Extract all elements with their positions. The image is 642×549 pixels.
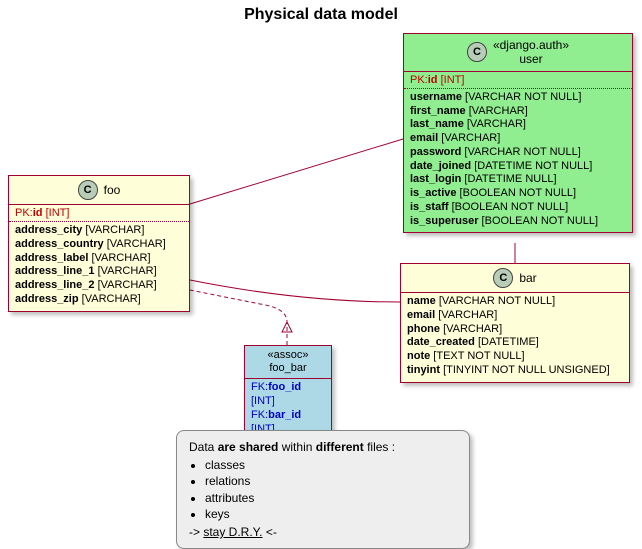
entity-foo-attrs: address_city [VARCHAR] address_country [… (9, 222, 189, 311)
entity-bar-attrs: name [VARCHAR NOT NULL] email [VARCHAR] … (401, 293, 629, 382)
note-item: keys (205, 506, 457, 522)
diagram-title: Physical data model (0, 6, 642, 24)
entity-user-pk: PK:id [INT] (404, 72, 632, 89)
entity-user-stereotype: «django.auth» (493, 38, 569, 52)
entity-user-attrs: username [VARCHAR NOT NULL] first_name [… (404, 89, 632, 233)
entity-foo: C foo PK:id [INT] address_city [VARCHAR]… (8, 175, 190, 312)
note-list: classes relations attributes keys (205, 457, 457, 522)
note-outro: -> stay D.R.Y. <- (189, 524, 457, 540)
entity-foo-bar-header: «assoc» foo_bar (245, 346, 331, 379)
class-icon: C (78, 180, 98, 200)
class-icon: C (467, 42, 487, 62)
class-icon: C (493, 268, 513, 288)
entity-bar-name: bar (519, 271, 536, 285)
note-intro: Data are shared within different files : (189, 439, 457, 455)
entity-foo-bar-name: foo_bar (269, 362, 306, 374)
entity-user-name: user (519, 52, 542, 66)
note-item: relations (205, 473, 457, 489)
entity-user-header: C «django.auth» user (404, 34, 632, 72)
note-item: attributes (205, 490, 457, 506)
note-item: classes (205, 457, 457, 473)
entity-foo-bar-stereotype: «assoc» (268, 349, 309, 361)
entity-foo-name: foo (104, 183, 121, 197)
entity-bar: C bar name [VARCHAR NOT NULL] email [VAR… (400, 263, 630, 383)
entity-user: C «django.auth» user PK:id [INT] usernam… (403, 33, 633, 233)
entity-foo-header: C foo (9, 176, 189, 205)
entity-bar-header: C bar (401, 264, 629, 293)
note-box: Data are shared within different files :… (176, 430, 470, 549)
entity-foo-pk: PK:id [INT] (9, 205, 189, 222)
